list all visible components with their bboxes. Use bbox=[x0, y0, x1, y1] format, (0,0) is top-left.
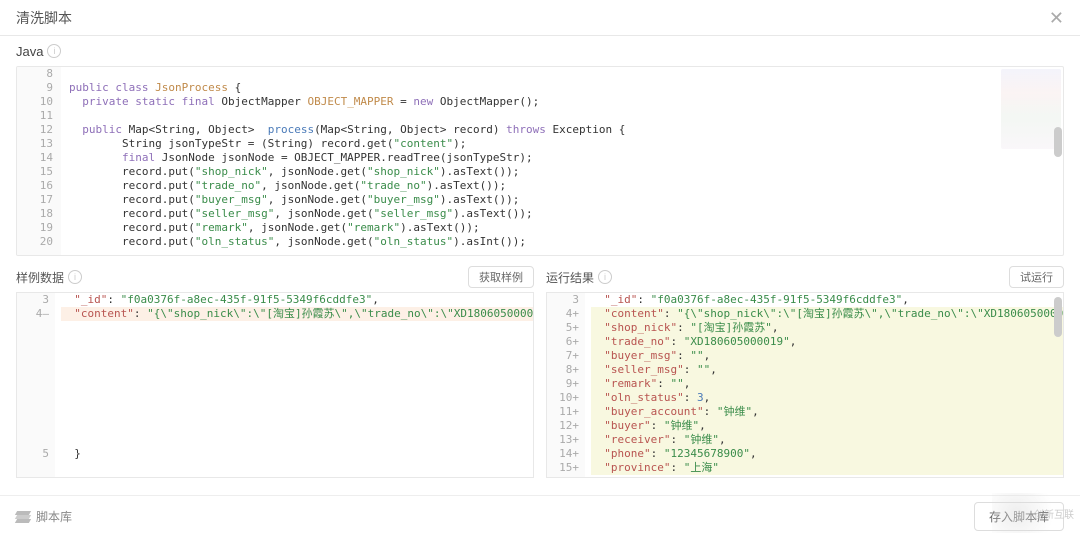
code-editor[interactable]: 891011121314151617181920 public class Js… bbox=[16, 66, 1064, 256]
language-label: Java bbox=[16, 44, 43, 59]
scrollbar[interactable] bbox=[1054, 297, 1062, 337]
footer: 脚本库 存入脚本库 bbox=[0, 495, 1080, 537]
fetch-sample-button[interactable]: 获取样例 bbox=[468, 266, 534, 288]
editor-gutter: 891011121314151617181920 bbox=[17, 67, 61, 255]
layers-icon bbox=[16, 511, 30, 523]
watermark: 创新互联 bbox=[992, 493, 1074, 533]
info-icon[interactable]: i bbox=[68, 270, 82, 284]
sample-panel: 样例数据 i 获取样例 34–5 "_id": "f0a0376f-a8ec-4… bbox=[16, 266, 534, 478]
info-icon[interactable]: i bbox=[47, 44, 61, 58]
sample-code[interactable]: "_id": "f0a0376f-a8ec-435f-91f5-5349f6cd… bbox=[55, 293, 533, 477]
info-icon[interactable]: i bbox=[598, 270, 612, 284]
editor-code[interactable]: public class JsonProcess { private stati… bbox=[61, 67, 1063, 255]
dialog-header: 清洗脚本 ✕ bbox=[0, 0, 1080, 36]
result-editor[interactable]: 34+5+6+7+8+9+10+11+12+13+14+15+16 "_id":… bbox=[546, 292, 1064, 478]
result-title: 运行结果 bbox=[546, 269, 594, 286]
sample-gutter: 34–5 bbox=[17, 293, 55, 477]
result-panel: 运行结果 i 试运行 34+5+6+7+8+9+10+11+12+13+14+1… bbox=[546, 266, 1064, 478]
script-library-button[interactable]: 脚本库 bbox=[16, 508, 72, 525]
dialog-title: 清洗脚本 bbox=[16, 8, 72, 28]
sample-title: 样例数据 bbox=[16, 269, 64, 286]
sample-editor[interactable]: 34–5 "_id": "f0a0376f-a8ec-435f-91f5-534… bbox=[16, 292, 534, 478]
close-icon[interactable]: ✕ bbox=[1049, 9, 1064, 27]
run-button[interactable]: 试运行 bbox=[1009, 266, 1064, 288]
library-label: 脚本库 bbox=[36, 508, 72, 525]
result-gutter: 34+5+6+7+8+9+10+11+12+13+14+15+16 bbox=[547, 293, 585, 477]
language-row: Java i bbox=[0, 36, 1080, 66]
scrollbar[interactable] bbox=[1054, 127, 1062, 157]
result-code[interactable]: "_id": "f0a0376f-a8ec-435f-91f5-5349f6cd… bbox=[585, 293, 1063, 477]
